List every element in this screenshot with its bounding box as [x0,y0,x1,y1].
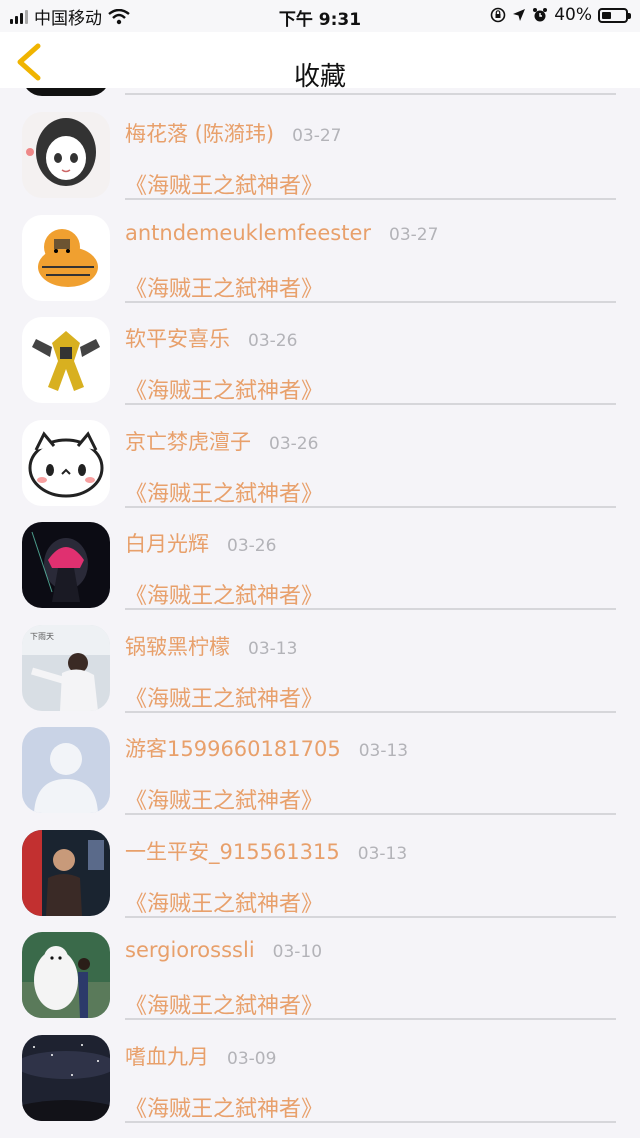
list-item[interactable]: 白月光辉 03-26 《海贼王之弑神者》 [0,498,640,610]
item-header: 锅皲黑柠檬 03-13 [125,631,297,661]
user-name[interactable]: sergiorosssli [125,938,255,962]
list-item[interactable]: 游客1599660181705 03-13 《海贼王之弑神者》 [0,703,640,815]
list-item[interactable]: antndemeuklemfeester 03-27 《海贼王之弑神者》 [0,191,640,303]
avatar[interactable] [22,829,110,916]
battery-icon [598,7,631,23]
user-name[interactable]: 嗜血九月 [125,1041,209,1071]
item-date: 03-26 [248,331,298,351]
item-header: antndemeuklemfeester 03-27 [125,221,438,245]
user-name[interactable]: 锅皲黑柠檬 [125,631,230,661]
list-item[interactable]: 下雨天 锅皲黑柠檬 03-13 《海贼王之弑神者》 [0,601,640,713]
item-date: 03-13 [358,741,409,761]
item-date: 03-26 [269,433,319,454]
item-header: 游客1599660181705 03-13 [125,733,408,763]
avatar[interactable] [22,522,110,608]
rotation-lock-icon [490,7,506,23]
user-name[interactable]: 梅花落 (陈漪玮) [125,118,274,148]
item-header: 梅花落 (陈漪玮) 03-27 [125,118,341,148]
item-date: 03-27 [389,224,439,245]
item-header: 一生平安_915561315 03-13 [125,836,407,866]
user-name[interactable]: 白月光辉 [125,528,209,558]
user-name[interactable]: 游客1599660181705 [125,733,341,763]
divider [125,1120,616,1123]
book-title-link[interactable]: 《海贼王之弑神者》 [125,1091,323,1123]
status-right: 40% [490,5,631,25]
avatar[interactable] [22,727,110,813]
user-name[interactable]: 一生平安_915561315 [125,836,340,866]
list-item[interactable]: sergiorosssli 03-10 《海贼王之弑神者》 [0,908,640,1020]
avatar[interactable] [22,932,110,1018]
list-item[interactable]: 京亡棼虎澶子 03-26 《海贼王之弑神者》 [0,396,640,508]
avatar[interactable] [22,1034,110,1121]
item-date: 03-27 [292,126,342,146]
avatar[interactable] [22,214,110,301]
item-date: 03-09 [227,1048,277,1069]
item-date: 03-13 [357,843,408,864]
item-date: 03-10 [272,942,323,962]
avatar[interactable] [22,419,110,506]
list-item[interactable]: 一生平安_915561315 03-13 《海贼王之弑神者》 [0,806,640,918]
user-name[interactable]: 软平安喜乐 [125,323,230,353]
item-header: 软平安喜乐 03-26 [125,323,297,353]
user-name[interactable]: antndemeuklemfeester [125,221,371,245]
avatar[interactable]: 下雨天 [22,624,110,711]
location-icon [513,9,526,21]
nav-bar: 收藏 [0,32,640,92]
item-header: 嗜血九月 03-09 [125,1041,276,1071]
avatar[interactable] [22,112,110,198]
list-item[interactable]: 梅花落 (陈漪玮) 03-27 《海贼王之弑神者》 [0,88,640,200]
battery-percent: 40% [554,5,592,25]
status-bar: 中国移动 下午 9:31 40% [0,0,640,32]
avatar[interactable] [22,317,110,403]
favorites-list: 梅花落 (陈漪玮) 03-27 《海贼王之弑神者》 antndemeuklemfees… [0,74,640,1123]
battery-fill [602,11,611,19]
user-name[interactable]: 京亡棼虎澶子 [125,426,251,456]
svg-text:下雨天: 下雨天 [30,632,54,641]
item-header: sergiorosssli 03-10 [125,938,322,962]
item-date: 03-13 [248,638,298,659]
page-title: 收藏 [293,62,346,92]
item-date: 03-26 [227,536,277,556]
list-item[interactable]: 嗜血九月 03-09 《海贼王之弑神者》 [0,1011,640,1123]
alarm-icon [533,8,548,22]
item-header: 京亡棼虎澶子 03-26 [125,426,318,456]
list-item[interactable]: 软平安喜乐 03-26 《海贼王之弑神者》 [0,293,640,405]
item-header: 白月光辉 03-26 [125,528,276,558]
